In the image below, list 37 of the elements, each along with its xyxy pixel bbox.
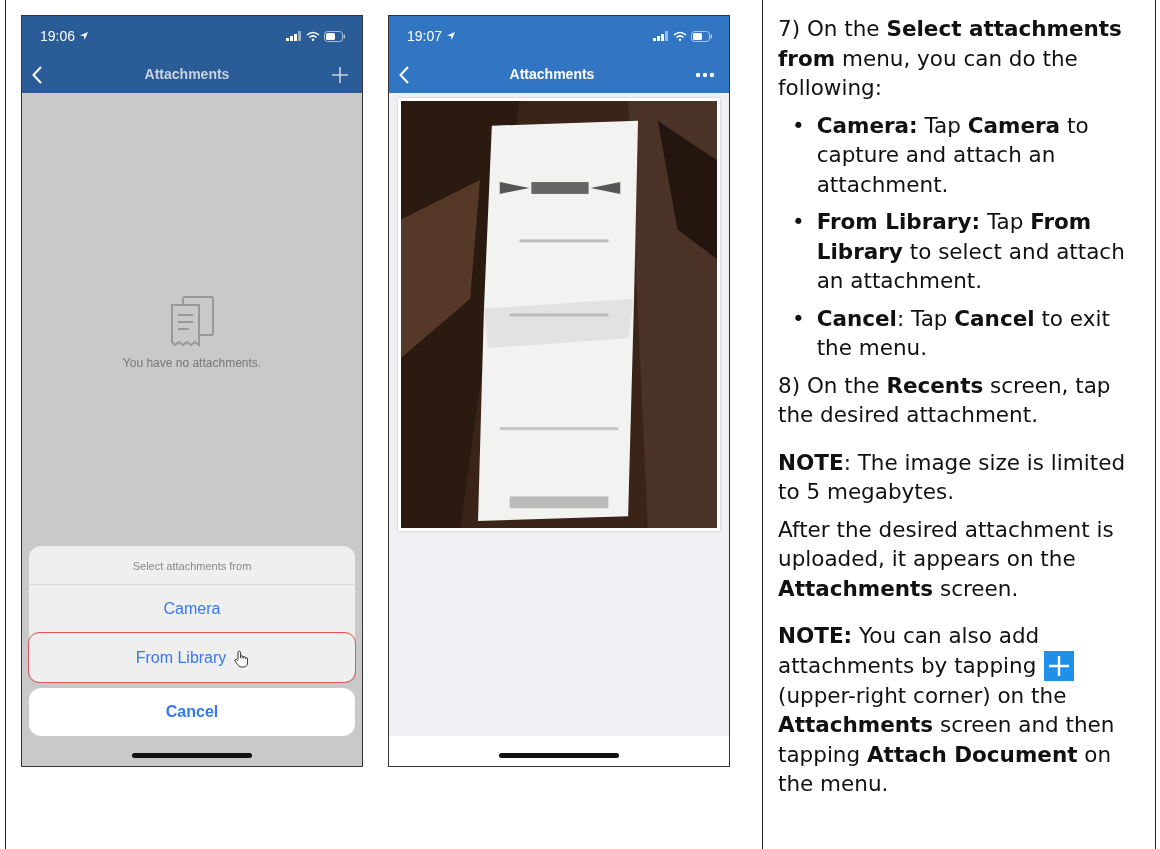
note-text: NOTE: You can also add (778, 622, 1041, 650)
sheet-title: Select attachments from (29, 545, 355, 585)
note-text: NOTE: The image size is limited to 5 megabytes. (778, 448, 1127, 506)
back-button[interactable] (399, 65, 409, 84)
plus-icon (1044, 650, 1075, 681)
instruction-text: 7) On the Select attachments from menu, you can do the following: (778, 15, 1123, 102)
instruction-text: After the desired attachment is uploaded, it appears on the Attachments screen. (778, 515, 1115, 603)
bullet-marker: • (792, 304, 805, 333)
cancel-button[interactable]: Cancel (29, 688, 355, 736)
location-icon (446, 31, 457, 41)
bullet-marker: • (792, 208, 805, 236)
sheet-option[interactable]: Camera (29, 585, 355, 633)
note-text: attachments by tapping (778, 652, 1037, 680)
bullet-item: Cancel: Tap Cancel to exit the menu. (816, 304, 1111, 362)
receipt-icon (169, 296, 215, 349)
pointer-hand-icon (234, 649, 249, 668)
wifi-icon (306, 31, 320, 41)
add-button[interactable] (332, 66, 348, 83)
more-button[interactable] (695, 71, 715, 78)
signal-icon (286, 31, 302, 41)
wifi-icon (673, 31, 687, 41)
bullet-item: From Library: Tap From Library to select and attach an attachment. (816, 208, 1126, 295)
bullet-item: Camera: Tap Camera to capture and attach an attachment. (816, 111, 1090, 199)
instruction-text: 8) On the Recents screen, tap the desired attachment. (778, 371, 1112, 429)
signal-icon (653, 31, 669, 41)
battery-icon (691, 30, 713, 42)
battery-icon (324, 30, 346, 42)
back-button[interactable] (32, 65, 42, 84)
status-time: 19:06 (40, 26, 76, 46)
sheet-option[interactable]: From Library (29, 633, 355, 682)
status-time: 19:07 (407, 26, 443, 46)
note-text: (upper-right corner) on the Attachments screen and then tapping Attach Document on the menu. (778, 681, 1116, 798)
location-icon (79, 31, 90, 41)
screen-title: Attachments (144, 65, 230, 84)
bullet-marker: • (792, 111, 805, 140)
empty-message: You have no attachments. (122, 355, 262, 373)
screen-title: Attachments (509, 65, 595, 84)
